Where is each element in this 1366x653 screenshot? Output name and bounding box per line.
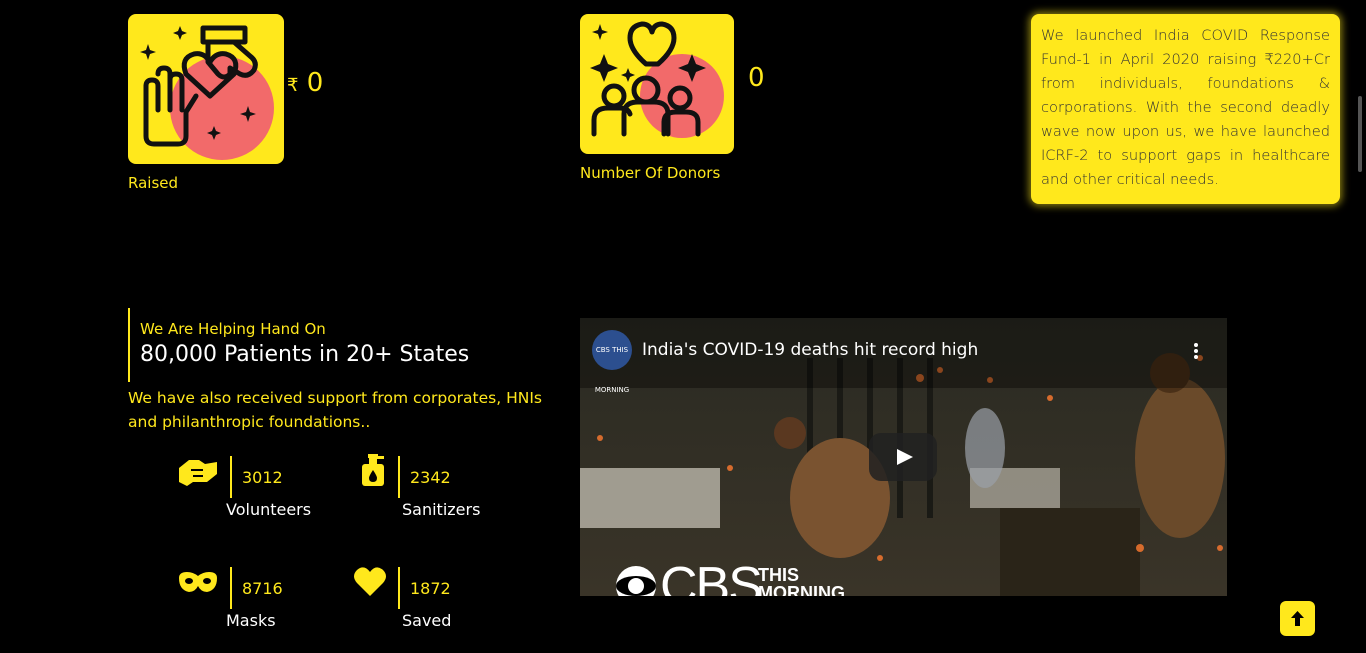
raised-value: ₹ 0	[287, 68, 323, 98]
play-button[interactable]	[869, 433, 937, 481]
heart-icon	[354, 567, 386, 596]
handshake-icon	[179, 460, 217, 486]
metric-value: 8716	[242, 579, 283, 598]
donors-group-icon	[590, 21, 724, 138]
currency-symbol: ₹	[287, 75, 299, 96]
brand-main: CBS	[660, 557, 763, 596]
cbs-eye-logo	[616, 566, 656, 596]
raised-amount: 0	[306, 68, 324, 98]
helping-heading: We Are Helping Hand On 80,000 Patients i…	[128, 308, 469, 382]
page-scrollbar-thumb[interactable]	[1358, 96, 1362, 172]
metric-label: Sanitizers	[402, 500, 481, 519]
metric-divider	[230, 456, 232, 498]
metric-value: 2342	[410, 468, 451, 487]
more-options-icon[interactable]	[1193, 342, 1199, 360]
metric-value: 1872	[410, 579, 451, 598]
channel-avatar[interactable]: CBS THIS MORNING	[592, 330, 632, 394]
mask-icon	[179, 572, 217, 592]
metric-label: Volunteers	[226, 500, 312, 519]
video-player[interactable]: CBS THIS MORNING India's COVID-19 deaths…	[580, 318, 1227, 596]
metric-label: Saved	[402, 611, 452, 630]
fund-info-note: We launched India COVID Response Fund-1 …	[1031, 14, 1340, 204]
brand-line-1: THIS	[758, 565, 800, 585]
play-icon	[897, 449, 913, 465]
raised-card-icon	[128, 14, 284, 164]
brand-tagline: THIS MORNING	[758, 566, 845, 596]
helping-description: We have also received support from corpo…	[128, 389, 542, 431]
donors-card-icon	[580, 14, 734, 154]
brand-line-2: MORNING	[758, 583, 845, 596]
metric-value: 3012	[242, 468, 283, 487]
raised-label: Raised	[128, 174, 179, 192]
arrow-up-icon	[1291, 611, 1304, 626]
video-title[interactable]: India's COVID-19 deaths hit record high	[642, 340, 978, 360]
donors-label: Number Of Donors	[580, 164, 721, 182]
sanitizer-icon	[362, 454, 384, 486]
charity-hands-icon	[140, 25, 274, 160]
helping-subtitle: We Are Helping Hand On	[140, 320, 326, 338]
scroll-to-top-button[interactable]	[1280, 601, 1315, 636]
metric-divider	[230, 567, 232, 609]
helping-title: 80,000 Patients in 20+ States	[140, 342, 470, 367]
metric-divider	[398, 567, 400, 609]
metric-label: Masks	[226, 611, 276, 630]
donors-count: 0	[748, 63, 765, 93]
metric-divider	[398, 456, 400, 498]
